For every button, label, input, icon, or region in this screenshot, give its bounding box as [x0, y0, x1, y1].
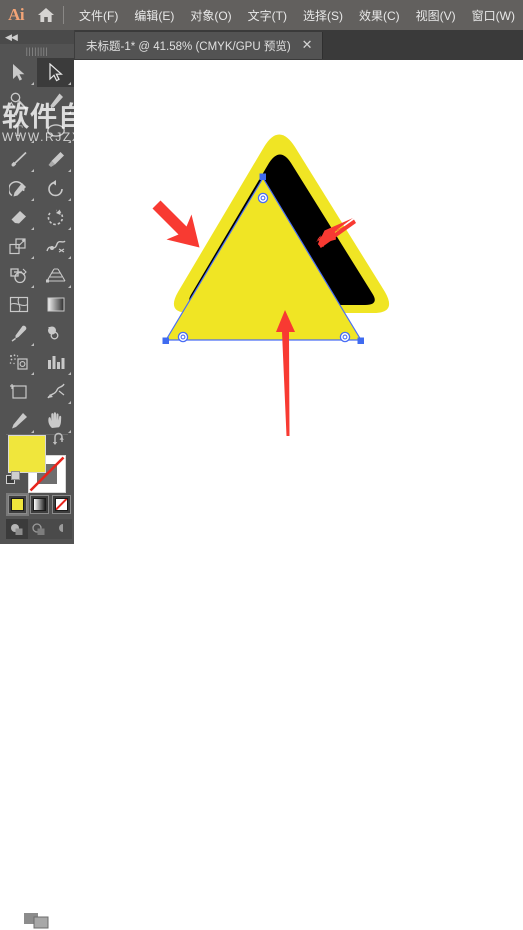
tool-flyout-indicator-icon	[68, 372, 71, 375]
tool-flyout-indicator-icon	[68, 227, 71, 230]
document-tab[interactable]: 未标题-1* @ 41.58% (CMYK/GPU 预览) ✕	[74, 32, 323, 59]
menu-separator	[63, 6, 65, 24]
tool-flyout-indicator-icon	[31, 169, 34, 172]
menu-file[interactable]: 文件(F)	[71, 4, 126, 27]
app-logo: Ai	[8, 5, 25, 24]
menu-effect[interactable]: 效果(C)	[351, 4, 408, 27]
annotation-arrow-bottom	[276, 310, 295, 436]
change-screen-mode-button[interactable]	[0, 910, 74, 930]
blend-tool[interactable]	[37, 319, 74, 348]
anchor-apex	[259, 173, 266, 180]
shaper-tool[interactable]	[0, 174, 37, 203]
document-canvas[interactable]	[74, 60, 523, 544]
artboard-tool[interactable]	[0, 377, 37, 406]
tool-flyout-indicator-icon	[68, 198, 71, 201]
slice-tool[interactable]	[37, 377, 74, 406]
tool-flyout-indicator-icon	[31, 372, 34, 375]
tools-panel: ◀◀ |||||||| T	[0, 30, 75, 929]
illustrator-window: Ai 文件(F) 编辑(E) 对象(O) 文字(T) 选择(S) 效果(C) 视…	[0, 0, 523, 929]
annotation-arrow-upper-left	[152, 200, 200, 248]
tool-flyout-indicator-icon	[31, 198, 34, 201]
selection-tool[interactable]	[0, 58, 37, 87]
tool-flyout-indicator-icon	[68, 285, 71, 288]
tool-flyout-indicator-icon	[31, 140, 34, 143]
width-tool[interactable]	[37, 232, 74, 261]
tool-flyout-indicator-icon	[31, 256, 34, 259]
gradient-icon	[33, 498, 46, 511]
shape-builder-tool[interactable]	[0, 261, 37, 290]
pen-tool[interactable]	[37, 87, 74, 116]
free-transform-tool[interactable]	[0, 232, 37, 261]
document-tab-bar: 未标题-1* @ 41.58% (CMYK/GPU 预览) ✕	[74, 30, 523, 60]
draw-mode-row	[6, 519, 72, 539]
tool-flyout-indicator-icon	[68, 140, 71, 143]
menu-edit[interactable]: 编辑(E)	[126, 4, 182, 27]
eyedropper-tool[interactable]	[0, 319, 37, 348]
line-segment-tool[interactable]	[0, 145, 37, 174]
home-icon[interactable]	[32, 0, 59, 30]
direct-selection-tool[interactable]	[37, 58, 74, 87]
tool-flyout-indicator-icon	[68, 82, 71, 85]
collapse-panel-icon[interactable]: ◀◀	[5, 32, 18, 42]
column-graph-tool[interactable]	[37, 348, 74, 377]
gradient-mode-button[interactable]	[30, 495, 49, 514]
tool-flyout-indicator-icon	[31, 285, 34, 288]
rotate-tool[interactable]	[37, 174, 74, 203]
menu-object[interactable]: 对象(O)	[182, 4, 239, 27]
paintbrush-tool[interactable]	[37, 145, 74, 174]
anchor-bottom-right	[357, 337, 364, 344]
tool-flyout-indicator-icon	[68, 256, 71, 259]
draw-behind-button[interactable]	[28, 519, 50, 539]
tool-flyout-indicator-icon	[31, 82, 34, 85]
menu-select[interactable]: 选择(S)	[295, 4, 351, 27]
anchor-bottom-left	[162, 337, 169, 344]
panel-drag-handle[interactable]: ||||||||	[0, 46, 74, 56]
eraser-tool[interactable]	[0, 203, 37, 232]
default-colors-icon[interactable]	[6, 471, 21, 491]
live-corner-widget-bottom-left	[177, 331, 189, 343]
menu-type[interactable]: 文字(T)	[240, 4, 295, 27]
ellipse-tool[interactable]	[37, 116, 74, 145]
artwork-svg	[152, 134, 390, 436]
none-mode-button[interactable]	[52, 495, 71, 514]
color-controls	[0, 405, 74, 929]
tool-grid: T	[0, 58, 74, 464]
draw-normal-button[interactable]	[6, 519, 28, 539]
color-mode-button[interactable]	[6, 493, 29, 516]
menu-bar: Ai 文件(F) 编辑(E) 对象(O) 文字(T) 选择(S) 效果(C) 视…	[0, 0, 523, 30]
tool-flyout-indicator-icon	[31, 227, 34, 230]
type-tool[interactable]: T	[0, 116, 37, 145]
tools-panel-header: ◀◀	[0, 30, 74, 44]
perspective-grid-tool[interactable]	[37, 261, 74, 290]
none-slash-icon	[55, 498, 68, 511]
gradient-tool[interactable]	[37, 290, 74, 319]
close-icon[interactable]: ✕	[302, 39, 313, 52]
tool-flyout-indicator-icon	[68, 169, 71, 172]
swap-fill-stroke-icon[interactable]	[52, 432, 67, 451]
scale-tool[interactable]	[37, 203, 74, 232]
tool-flyout-indicator-icon	[68, 401, 71, 404]
draw-inside-button[interactable]	[50, 519, 72, 539]
live-corner-widget-apex	[257, 192, 269, 204]
tool-flyout-indicator-icon	[68, 111, 71, 114]
menu-item-list: 文件(F) 编辑(E) 对象(O) 文字(T) 选择(S) 效果(C) 视图(V…	[71, 4, 523, 27]
svg-text:T: T	[13, 123, 23, 140]
color-mode-row	[6, 493, 71, 516]
menu-window[interactable]: 窗口(W)	[464, 4, 523, 27]
magic-wand-tool[interactable]	[0, 87, 37, 116]
live-corner-widget-bottom-right	[339, 331, 351, 343]
mesh-tool[interactable]	[0, 290, 37, 319]
document-tab-label: 未标题-1* @ 41.58% (CMYK/GPU 预览)	[86, 40, 291, 53]
tool-flyout-indicator-icon	[31, 343, 34, 346]
symbol-sprayer-tool[interactable]	[0, 348, 37, 377]
solid-color-icon	[11, 498, 24, 511]
fill-swatch[interactable]	[8, 435, 46, 473]
menu-view[interactable]: 视图(V)	[408, 4, 464, 27]
